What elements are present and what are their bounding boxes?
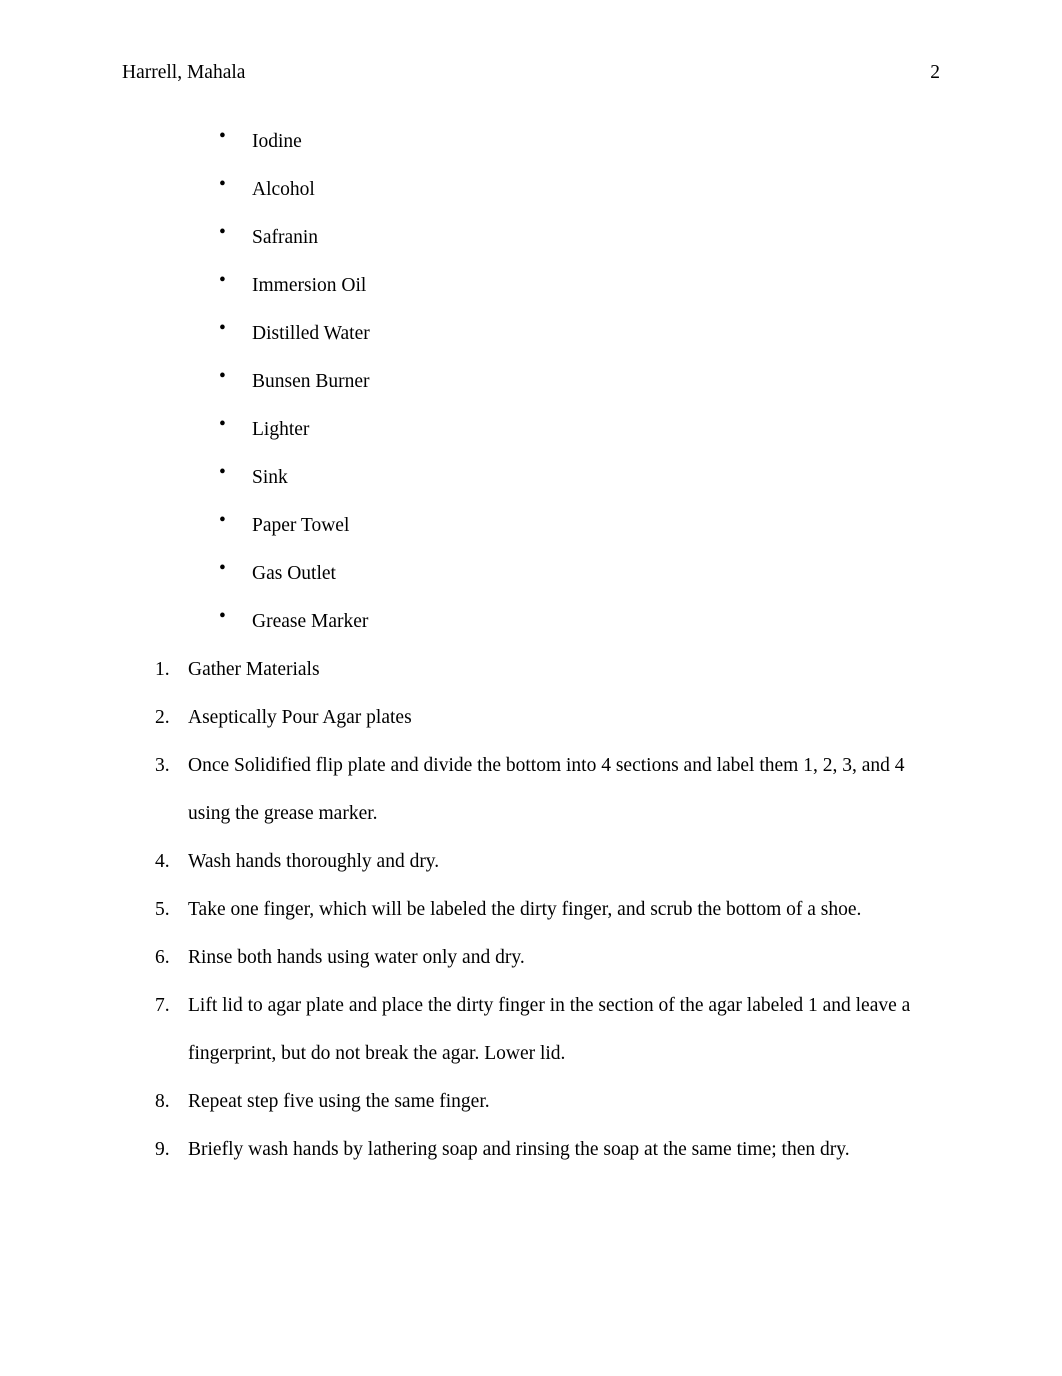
list-item: • Iodine (0, 118, 1062, 166)
list-item: 5. Take one finger, which will be labele… (0, 886, 1062, 934)
bullet-icon: • (219, 270, 226, 291)
list-item-label: Safranin (252, 227, 319, 248)
list-item: 2. Aseptically Pour Agar plates (0, 694, 1062, 742)
list-item: 1. Gather Materials (0, 646, 1062, 694)
list-item-text: Repeat step five using the same finger. (188, 1091, 490, 1112)
list-item: • Alcohol (0, 166, 1062, 214)
list-item-text: Aseptically Pour Agar plates (188, 707, 412, 728)
list-item-label: Distilled Water (252, 323, 370, 344)
list-item: • Gas Outlet (0, 550, 1062, 598)
list-item-label: Paper Towel (252, 515, 350, 536)
list-item-number: 2. (155, 707, 170, 728)
list-item-number: 3. (155, 755, 170, 776)
bullet-icon: • (219, 414, 226, 435)
header-page-number: 2 (930, 62, 940, 83)
bullet-icon: • (219, 558, 226, 579)
list-item-number: 1. (155, 659, 170, 680)
bullet-icon: • (219, 222, 226, 243)
list-item-label: Bunsen Burner (252, 371, 370, 392)
list-item-text: Lift lid to agar plate and place the dir… (188, 995, 911, 1064)
list-item: • Immersion Oil (0, 262, 1062, 310)
bullet-icon: • (219, 510, 226, 531)
bullet-icon: • (219, 462, 226, 483)
header-author-name: Harrell, Mahala (122, 62, 246, 83)
list-item: • Grease Marker (0, 598, 1062, 646)
bullet-icon: • (219, 126, 226, 147)
list-item: • Lighter (0, 406, 1062, 454)
list-item-text: Rinse both hands using water only and dr… (188, 947, 525, 968)
list-item-label: Immersion Oil (252, 275, 367, 296)
list-item-number: 8. (155, 1091, 170, 1112)
list-item-label: Iodine (252, 131, 302, 152)
bullet-icon: • (219, 174, 226, 195)
list-item: 4. Wash hands thoroughly and dry. (0, 838, 1062, 886)
list-item-label: Alcohol (252, 179, 315, 200)
list-item-label: Sink (252, 467, 288, 488)
list-item-number: 5. (155, 899, 170, 920)
list-item-text: Once Solidified flip plate and divide th… (188, 755, 905, 824)
list-item-text: Briefly wash hands by lathering soap and… (188, 1139, 850, 1160)
list-item-label: Gas Outlet (252, 563, 336, 584)
list-item: • Safranin (0, 214, 1062, 262)
bullet-icon: • (219, 606, 226, 627)
list-item-text: Wash hands thoroughly and dry. (188, 851, 440, 872)
list-item: • Sink (0, 454, 1062, 502)
list-item: 6. Rinse both hands using water only and… (0, 934, 1062, 982)
list-item: • Distilled Water (0, 310, 1062, 358)
procedure-numbered-list: 1. Gather Materials 2. Aseptically Pour … (0, 646, 1062, 1174)
materials-bulleted-list: • Iodine • Alcohol • Safranin • Immersio… (0, 118, 1062, 646)
list-item: 7. Lift lid to agar plate and place the … (0, 982, 1062, 1078)
list-item-label: Lighter (252, 419, 310, 440)
list-item: • Bunsen Burner (0, 358, 1062, 406)
list-item-number: 4. (155, 851, 170, 872)
list-item-number: 9. (155, 1139, 170, 1160)
bullet-icon: • (219, 318, 226, 339)
list-item-number: 7. (155, 995, 170, 1016)
document-page: Harrell, Mahala 2 • Iodine • Alcohol • S… (0, 0, 1062, 1376)
list-item-label: Grease Marker (252, 611, 369, 632)
list-item: • Paper Towel (0, 502, 1062, 550)
list-item-text: Take one finger, which will be labeled t… (188, 899, 862, 920)
list-item: 9. Briefly wash hands by lathering soap … (0, 1126, 1062, 1174)
document-body: • Iodine • Alcohol • Safranin • Immersio… (0, 118, 1062, 1174)
list-item-text: Gather Materials (188, 659, 320, 680)
list-item: 3. Once Solidified flip plate and divide… (0, 742, 1062, 838)
page-running-header: Harrell, Mahala 2 (122, 60, 940, 86)
list-item-number: 6. (155, 947, 170, 968)
bullet-icon: • (219, 366, 226, 387)
list-item: 8. Repeat step five using the same finge… (0, 1078, 1062, 1126)
